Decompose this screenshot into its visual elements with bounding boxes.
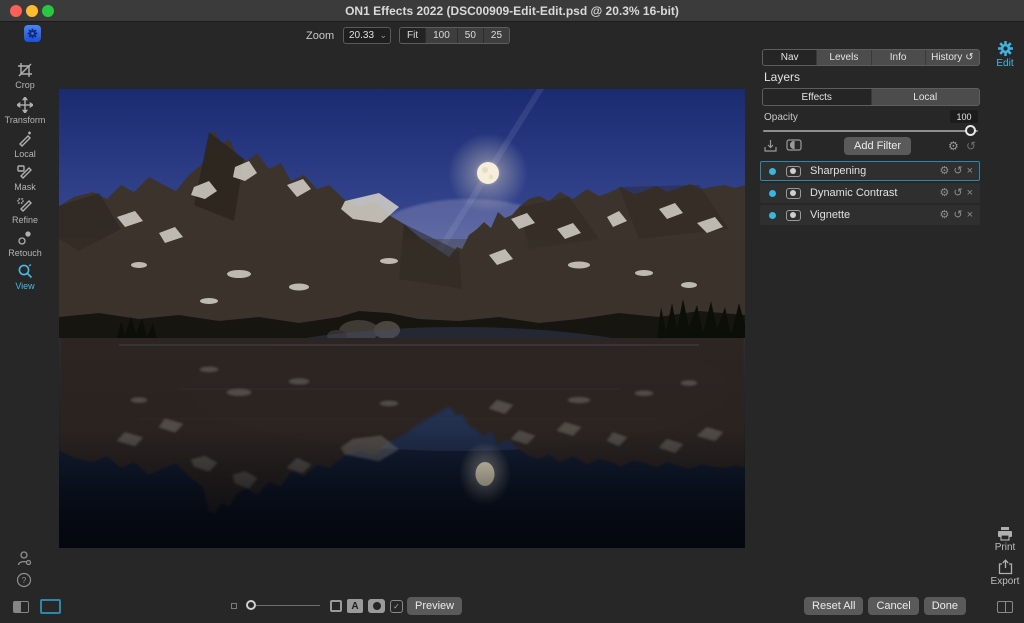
mask-view-icon[interactable] [786, 139, 802, 151]
reflection [59, 338, 745, 548]
local-adjust-icon [0, 131, 50, 148]
export-button[interactable]: Export [986, 559, 1024, 587]
tool-view[interactable]: View [0, 263, 50, 291]
tab-history[interactable]: History ↺ [925, 50, 979, 65]
tool-mask[interactable]: Mask [0, 164, 50, 192]
account-icon[interactable] [16, 550, 32, 567]
preview-button[interactable]: Preview [407, 597, 463, 615]
filters-reset-icon[interactable]: ↺ [966, 140, 976, 152]
tool-refine[interactable]: Refine [0, 197, 50, 225]
opacity-label: Opacity [764, 112, 798, 123]
svg-text:?: ? [22, 575, 27, 585]
filter-reset-icon[interactable]: ↺ [953, 187, 962, 199]
cancel-button[interactable]: Cancel [868, 597, 919, 615]
edit-gear-icon [997, 41, 1013, 56]
on1-effects-window: ON1 Effects 2022 (DSC00909-Edit-Edit.psd… [0, 0, 1024, 623]
filter-enabled-dot[interactable] [769, 189, 776, 197]
refine-brush-icon [0, 197, 50, 214]
opacity-slider-knob[interactable] [965, 125, 976, 136]
filter-delete-icon[interactable]: × [967, 165, 973, 177]
photo-canvas[interactable] [59, 89, 745, 548]
layers-title: Layers [764, 70, 801, 84]
filter-mask-icon[interactable] [786, 165, 801, 177]
opacity-value[interactable]: 100 [950, 110, 978, 123]
panel-toggle-icon[interactable] [997, 601, 1013, 613]
tab-local[interactable]: Local [871, 89, 979, 105]
filter-mask-icon[interactable] [786, 187, 801, 199]
reset-all-button[interactable]: Reset All [804, 597, 864, 615]
filter-reset-icon[interactable]: ↺ [953, 165, 962, 177]
moon [477, 162, 499, 184]
filter-mask-icon[interactable] [786, 209, 801, 221]
soft-proof-toggle[interactable]: ✓ [390, 600, 403, 613]
tab-nav[interactable]: Nav [763, 50, 818, 65]
filter-reset-icon[interactable]: ↺ [953, 209, 962, 221]
zoom-preset-group: Fit 100 50 25 [399, 27, 511, 44]
print-icon [998, 527, 1012, 541]
print-button[interactable]: Print [986, 527, 1024, 553]
filter-delete-icon[interactable]: × [967, 187, 973, 199]
filter-settings-icon[interactable]: ⚙ [939, 187, 949, 199]
mask-brush-icon [0, 164, 50, 181]
zoom-value: 20.33 [349, 30, 375, 41]
save-preset-icon[interactable] [764, 139, 777, 152]
opacity-slider-track[interactable] [763, 130, 978, 132]
filter-settings-icon[interactable]: ⚙ [939, 165, 949, 177]
retouch-icon [0, 230, 50, 247]
chevron-down-icon: ⌄ [379, 30, 387, 40]
panel-tab-bar: Nav Levels Info History ↺ [762, 49, 980, 66]
done-button[interactable]: Done [923, 597, 966, 615]
single-view-icon[interactable] [40, 599, 61, 614]
edit-mode-button[interactable]: Edit [986, 40, 1024, 69]
zoom-100-button[interactable]: 100 [426, 28, 458, 43]
transform-icon [0, 97, 50, 114]
tool-crop[interactable]: Crop [0, 62, 50, 90]
titlebar: ON1 Effects 2022 (DSC00909-Edit-Edit.psd… [0, 0, 1024, 22]
filter-row-dynamic-contrast[interactable]: Dynamic Contrast ⚙ ↺ × [760, 183, 980, 203]
tab-effects[interactable]: Effects [763, 89, 872, 105]
filter-options-gear-icon[interactable]: ⚙ [948, 140, 959, 152]
compare-view-icon[interactable] [330, 600, 342, 612]
filter-row-vignette[interactable]: Vignette ⚙ ↺ × [760, 205, 980, 225]
filter-enabled-dot[interactable] [769, 211, 776, 219]
mask-overlay-toggle[interactable] [368, 599, 385, 613]
preview-size-min-icon [231, 603, 237, 609]
filter-delete-icon[interactable]: × [967, 209, 973, 221]
export-icon [998, 559, 1012, 575]
zoom-50-button[interactable]: 50 [457, 28, 484, 43]
view-magnifier-icon [0, 263, 50, 280]
tool-retouch[interactable]: Retouch [0, 230, 50, 258]
zoom-value-dropdown[interactable]: 20.33 ⌄ [343, 27, 391, 44]
help-icon[interactable]: ? [16, 572, 32, 588]
tool-transform[interactable]: Transform [0, 97, 50, 125]
filter-enabled-dot[interactable] [769, 167, 776, 175]
layer-tab-bar: Effects Local [762, 88, 980, 106]
tool-local[interactable]: Local [0, 131, 50, 159]
split-view-icon[interactable] [13, 601, 29, 613]
preview-zoom-slider-track[interactable] [256, 605, 320, 606]
on1-app-logo-icon [24, 25, 41, 42]
zoom-label: Zoom [306, 30, 335, 42]
preview-zoom-slider-knob[interactable] [246, 600, 256, 610]
zoom-fit-button[interactable]: Fit [400, 28, 427, 43]
add-filter-button[interactable]: Add Filter [844, 137, 912, 155]
show-original-toggle[interactable]: A [347, 599, 363, 613]
window-title: ON1 Effects 2022 (DSC00909-Edit-Edit.psd… [345, 4, 679, 18]
filter-row-sharpening[interactable]: Sharpening ⚙ ↺ × [760, 161, 980, 181]
filter-settings-icon[interactable]: ⚙ [939, 209, 949, 221]
zoom-25-button[interactable]: 25 [483, 28, 510, 43]
crop-icon [0, 62, 50, 79]
tab-info[interactable]: Info [871, 50, 926, 65]
tab-levels[interactable]: Levels [817, 50, 872, 65]
history-undo-icon: ↺ [965, 52, 974, 63]
